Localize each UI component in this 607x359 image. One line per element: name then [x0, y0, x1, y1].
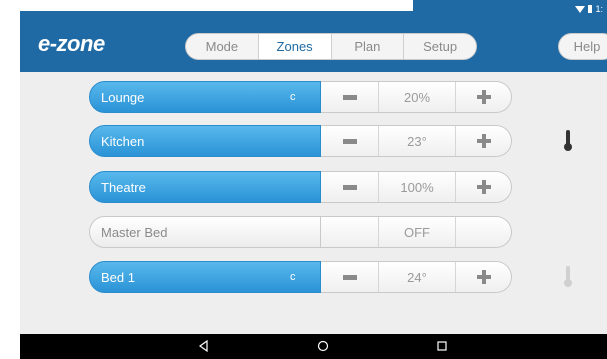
- zone-controls: 20%: [321, 81, 512, 113]
- zone-toggle-theatre[interactable]: Theatre: [89, 171, 321, 203]
- zone-value: 20%: [403, 89, 431, 105]
- increase-button[interactable]: [455, 172, 511, 202]
- plus-icon: [476, 180, 491, 194]
- minus-icon: [342, 274, 357, 280]
- plus-icon: [476, 270, 491, 284]
- zone-toggle-master-bed[interactable]: Master Bed: [89, 216, 321, 248]
- status-bar: 1:: [20, 0, 607, 19]
- tab-zones[interactable]: Zones: [258, 34, 332, 59]
- decrease-button-disabled: [321, 217, 379, 247]
- zone-toggle-lounge[interactable]: Lounge c: [89, 81, 321, 113]
- thermometer-icon-faded: [564, 266, 572, 287]
- battery-icon: [588, 5, 593, 13]
- help-button[interactable]: Help: [558, 33, 607, 60]
- status-bar-overlay: [20, 0, 413, 11]
- main-tabs: Mode Zones Plan Setup: [185, 33, 477, 60]
- zone-row-theatre: Theatre 100%: [89, 171, 512, 203]
- zone-controls: OFF: [321, 216, 512, 248]
- zone-indicator: c: [290, 271, 296, 283]
- recents-icon[interactable]: [435, 339, 449, 353]
- minus-icon: [342, 138, 357, 144]
- zone-value: OFF: [404, 224, 430, 240]
- minus-icon: [342, 94, 357, 100]
- tab-mode[interactable]: Mode: [186, 34, 259, 59]
- decrease-button[interactable]: [321, 82, 379, 112]
- decrease-button[interactable]: [321, 262, 379, 292]
- zone-name-label: Bed 1: [101, 269, 135, 285]
- increase-button[interactable]: [455, 82, 511, 112]
- status-icons: 1:: [575, 3, 603, 15]
- tablet-screen: 1: e-zone Mode Zones Plan Setup Help Lou…: [20, 0, 607, 359]
- decrease-button[interactable]: [321, 126, 379, 156]
- zone-row-kitchen: Kitchen 23°: [89, 125, 512, 157]
- increase-button-disabled: [455, 217, 511, 247]
- status-time: 1:: [595, 4, 603, 14]
- increase-button[interactable]: [455, 126, 511, 156]
- zone-row-master-bed: Master Bed OFF: [89, 216, 512, 248]
- app-logo: e-zone: [38, 31, 105, 56]
- zone-name-label: Kitchen: [101, 133, 145, 149]
- android-nav-bar: [20, 334, 607, 359]
- wifi-icon: [575, 5, 586, 13]
- tab-setup[interactable]: Setup: [404, 34, 476, 59]
- plus-icon: [476, 134, 491, 148]
- tab-plan[interactable]: Plan: [332, 34, 405, 59]
- minus-icon: [342, 184, 357, 190]
- back-icon[interactable]: [197, 339, 211, 353]
- zone-toggle-bed-1[interactable]: Bed 1 c: [89, 261, 321, 293]
- zone-toggle-kitchen[interactable]: Kitchen: [89, 125, 321, 157]
- zone-controls: 23°: [321, 125, 512, 157]
- zone-name-label: Lounge: [101, 89, 145, 105]
- plus-icon: [476, 90, 491, 104]
- zone-controls: 100%: [321, 171, 512, 203]
- decrease-button[interactable]: [321, 172, 379, 202]
- zone-value: 23°: [407, 133, 427, 149]
- zone-row-bed-1: Bed 1 c 24°: [89, 261, 512, 293]
- zone-controls: 24°: [321, 261, 512, 293]
- zone-indicator: c: [290, 91, 296, 103]
- home-icon[interactable]: [316, 339, 330, 353]
- zone-value: 24°: [407, 269, 427, 285]
- thermometer-icon: [564, 130, 572, 151]
- app-header: e-zone Mode Zones Plan Setup Help: [20, 19, 607, 72]
- zone-name-label: Master Bed: [101, 224, 168, 240]
- increase-button[interactable]: [455, 262, 511, 292]
- zone-row-lounge: Lounge c 20%: [89, 81, 512, 113]
- zone-name-label: Theatre: [101, 179, 146, 195]
- zone-value: 100%: [400, 179, 434, 195]
